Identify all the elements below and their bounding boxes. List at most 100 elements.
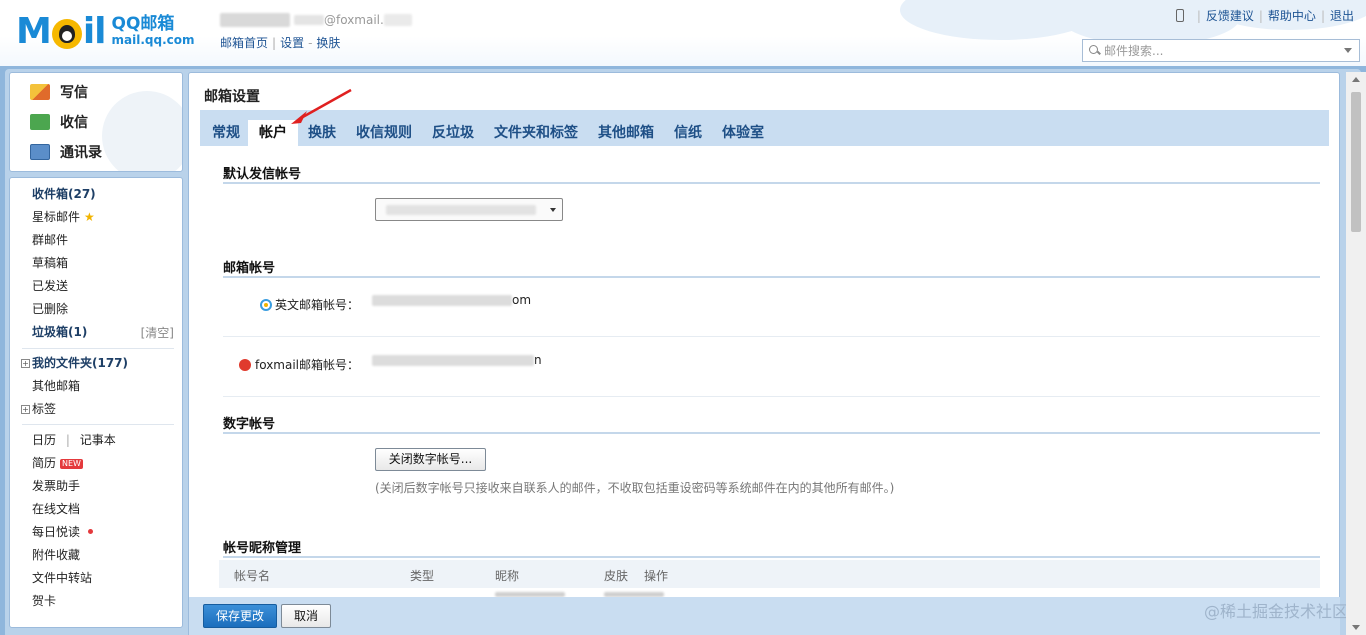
scroll-thumb[interactable] bbox=[1351, 92, 1361, 232]
search-placeholder: 邮件搜索... bbox=[1104, 44, 1164, 58]
tab-general[interactable]: 常规 bbox=[212, 120, 240, 146]
sidebar-item-deleted[interactable]: 已删除 bbox=[32, 300, 68, 318]
sidebar-item-inbox[interactable]: 收件箱(27) bbox=[32, 185, 96, 203]
column-skin: 皮肤 bbox=[604, 569, 629, 583]
daily-read-label: 每日悦读 bbox=[32, 525, 81, 539]
receive-button[interactable]: 收信 bbox=[30, 111, 88, 133]
sidebar-item-my-folders[interactable]: 我的文件夹(177) bbox=[32, 354, 128, 372]
inbox-download-icon bbox=[30, 114, 50, 130]
logout-link[interactable]: 退出 bbox=[1330, 7, 1354, 24]
sidebar-actions: 写信 收信 通讯录 bbox=[9, 72, 183, 172]
clear-spam-link[interactable]: [清空] bbox=[141, 324, 174, 341]
save-button[interactable]: 保存更改 bbox=[203, 604, 277, 628]
sidebar-item-spam[interactable]: 垃圾箱(1) bbox=[32, 323, 87, 341]
tab-folders-tags[interactable]: 文件夹和标签 bbox=[494, 120, 578, 146]
mobile-phone-icon[interactable] bbox=[1175, 9, 1184, 22]
section-numeric-account: 数字帐号 bbox=[223, 417, 276, 432]
separator: | bbox=[1196, 8, 1201, 23]
sidebar-item-daily-read[interactable]: 每日悦读 bbox=[32, 523, 94, 541]
sidebar-item-group[interactable]: 群邮件 bbox=[32, 231, 68, 249]
compose-button[interactable]: 写信 bbox=[30, 81, 88, 103]
mail-logo[interactable]: M il QQ邮箱 mail.qq.com bbox=[16, 12, 195, 52]
tab-stationery[interactable]: 信纸 bbox=[674, 120, 702, 146]
separator: | bbox=[1320, 8, 1325, 23]
page-scrollbar[interactable] bbox=[1346, 72, 1366, 635]
close-numeric-account-button[interactable]: 关闭数字帐号... bbox=[375, 448, 486, 471]
sidebar-item-tags[interactable]: 标签 bbox=[32, 400, 56, 418]
sidebar-item-starred[interactable]: 星标邮件 ★ bbox=[32, 208, 95, 226]
new-badge: NEW bbox=[60, 459, 83, 469]
separator: - bbox=[308, 36, 313, 50]
row-divider bbox=[223, 336, 1320, 337]
notebook-link[interactable]: 记事本 bbox=[80, 433, 116, 447]
sidebar-item-card[interactable]: 贺卡 bbox=[32, 592, 56, 610]
search-icon bbox=[1089, 45, 1100, 56]
english-account-suffix: om bbox=[512, 293, 532, 307]
sidebar-folders: 收件箱(27) 星标邮件 ★ 群邮件 草稿箱 已发送 已删除 垃圾箱(1) [清空… bbox=[9, 177, 183, 628]
expand-tags-icon[interactable]: + bbox=[21, 405, 30, 414]
account-info: @foxmail. 邮箱首页 | 设置 - 换肤 bbox=[220, 12, 412, 51]
tab-lab[interactable]: 体验室 bbox=[722, 120, 764, 146]
tab-other-mailbox[interactable]: 其他邮箱 bbox=[598, 120, 654, 146]
english-account-value: om bbox=[372, 293, 531, 307]
scroll-up-icon[interactable] bbox=[1352, 77, 1360, 82]
sidebar-item-drafts[interactable]: 草稿箱 bbox=[32, 254, 68, 272]
sidebar-item-online-docs[interactable]: 在线文档 bbox=[32, 500, 80, 518]
unread-dot-icon bbox=[88, 529, 94, 534]
redacted-username bbox=[294, 15, 324, 25]
feedback-link[interactable]: 反馈建议 bbox=[1206, 7, 1254, 24]
settings-link[interactable]: 设置 bbox=[280, 36, 304, 50]
section-divider bbox=[223, 182, 1320, 184]
column-account-name: 帐号名 bbox=[234, 569, 271, 583]
column-type: 类型 bbox=[410, 569, 435, 583]
top-header: M il QQ邮箱 mail.qq.com @foxmail. 邮箱首页 | 设置 -… bbox=[0, 0, 1366, 66]
sidebar-item-invoice[interactable]: 发票助手 bbox=[32, 477, 80, 495]
scroll-down-icon[interactable] bbox=[1352, 625, 1360, 630]
red-arrow-annotation-icon bbox=[291, 88, 352, 124]
sidebar-item-resume[interactable]: 简历 NEW bbox=[32, 454, 83, 472]
contacts-button[interactable]: 通讯录 bbox=[30, 141, 102, 163]
foxmail-account-label-text: foxmail邮箱帐号： bbox=[255, 358, 360, 372]
redacted-username bbox=[220, 13, 290, 27]
home-link[interactable]: 邮箱首页 bbox=[220, 36, 268, 50]
skin-link[interactable]: 换肤 bbox=[316, 36, 340, 50]
calendar-link[interactable]: 日历 bbox=[32, 433, 56, 447]
tab-rules[interactable]: 收信规则 bbox=[356, 120, 412, 146]
chevron-down-icon[interactable] bbox=[1344, 48, 1352, 53]
english-account-label: 英文邮箱帐号： bbox=[260, 296, 359, 313]
divider bbox=[22, 424, 174, 425]
redacted-sender bbox=[386, 205, 536, 215]
cancel-button[interactable]: 取消 bbox=[281, 604, 331, 628]
default-sender-select[interactable] bbox=[375, 198, 563, 221]
logo-letters-il: il bbox=[82, 11, 107, 52]
section-mail-accounts: 邮箱帐号 bbox=[223, 261, 276, 276]
receive-label: 收信 bbox=[60, 115, 88, 131]
divider bbox=[22, 348, 174, 349]
nickname-table-header: 帐号名 类型 昵称 皮肤 操作 bbox=[219, 560, 1320, 588]
settings-tabs: 常规 帐户 换肤 收信规则 反垃圾 文件夹和标签 其他邮箱 信纸 体验室 bbox=[200, 110, 1329, 146]
chevron-down-icon bbox=[550, 208, 556, 212]
compose-label: 写信 bbox=[60, 85, 88, 101]
section-divider bbox=[223, 432, 1320, 434]
sidebar-item-calendar-notes: 日历 | 记事本 bbox=[32, 431, 116, 449]
separator: | bbox=[272, 36, 277, 50]
column-actions: 操作 bbox=[644, 569, 669, 583]
qq-mail-icon bbox=[260, 298, 272, 311]
row-divider bbox=[223, 396, 1320, 397]
section-nickname: 帐号昵称管理 bbox=[223, 541, 302, 556]
tab-antispam[interactable]: 反垃圾 bbox=[432, 120, 474, 146]
foxmail-account-label: foxmail邮箱帐号： bbox=[239, 356, 359, 373]
separator: | bbox=[65, 433, 70, 447]
english-account-label-text: 英文邮箱帐号： bbox=[275, 298, 360, 312]
section-divider bbox=[223, 556, 1320, 558]
star-icon: ★ bbox=[84, 210, 95, 224]
expand-folders-icon[interactable]: + bbox=[21, 359, 30, 368]
sidebar-item-file-transfer[interactable]: 文件中转站 bbox=[32, 569, 92, 587]
mail-search-input[interactable]: 邮件搜索... bbox=[1082, 39, 1360, 62]
help-center-link[interactable]: 帮助中心 bbox=[1268, 7, 1316, 24]
sidebar-item-other-mailbox[interactable]: 其他邮箱 bbox=[32, 377, 80, 395]
sidebar-item-sent[interactable]: 已发送 bbox=[32, 277, 68, 295]
starred-label: 星标邮件 bbox=[32, 210, 81, 224]
sidebar-item-attachments[interactable]: 附件收藏 bbox=[32, 546, 80, 564]
brand-name: QQ邮箱 bbox=[111, 14, 175, 34]
